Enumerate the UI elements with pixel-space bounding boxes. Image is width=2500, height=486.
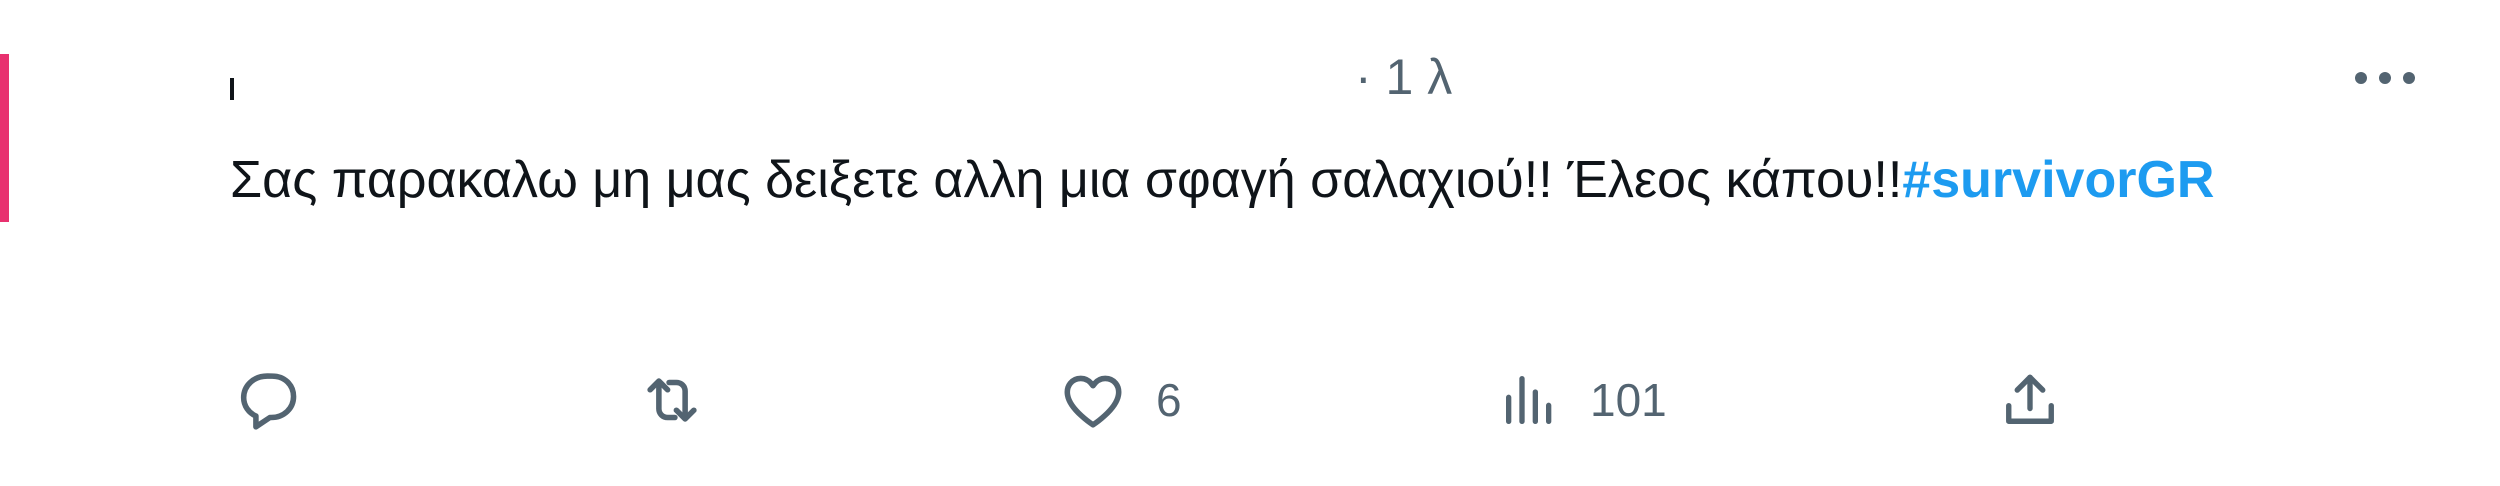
views-icon — [1498, 367, 1562, 433]
retweet-icon — [636, 365, 708, 435]
views-button[interactable]: 101 — [1498, 360, 1667, 440]
share-icon — [1996, 366, 2064, 434]
like-button[interactable]: 6 — [1058, 360, 1182, 440]
retweet-button[interactable] — [636, 360, 708, 440]
more-horizontal-icon — [2353, 70, 2417, 91]
timestamp[interactable]: · 1 λ — [1355, 42, 1452, 112]
like-count: 6 — [1156, 374, 1182, 426]
reply-icon — [232, 365, 302, 435]
reply-button[interactable] — [232, 360, 302, 440]
tweet-body: Σας παρακαλω μη μας δειξετε αλλη μια σφα… — [230, 151, 1903, 209]
avatar[interactable] — [0, 54, 9, 222]
heart-icon — [1058, 365, 1128, 435]
hashtag-link[interactable]: #survivorGR — [1902, 151, 2214, 209]
more-button[interactable] — [2340, 40, 2430, 120]
author-name[interactable] — [230, 78, 234, 100]
views-count: 101 — [1590, 374, 1667, 426]
share-button[interactable] — [1996, 360, 2064, 440]
tweet[interactable]: · 1 λ Σας παρακαλω μη μας δειξετε αλλη μ… — [0, 0, 2500, 486]
tweet-text: Σας παρακαλω μη μας δειξετε αλλη μια σφα… — [230, 136, 2380, 224]
